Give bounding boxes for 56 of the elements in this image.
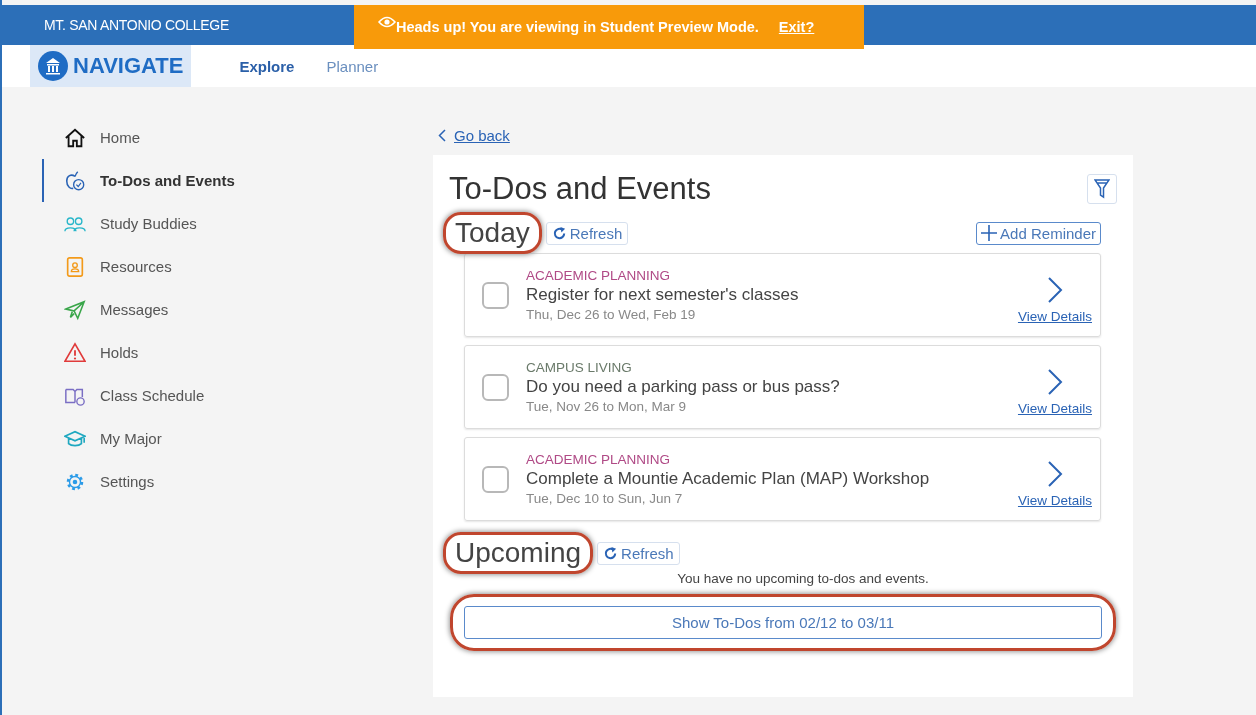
logo-text: NAVIGATE	[73, 53, 184, 79]
sidebar-item[interactable]: Home	[42, 116, 382, 159]
add-reminder-button[interactable]: Add Reminder	[976, 221, 1101, 245]
sidebar-item[interactable]: Resources	[42, 245, 382, 288]
sidebar-item[interactable]: Messages	[42, 288, 382, 331]
show-todos-button[interactable]: Show To-Dos from 02/12 to 03/11	[464, 606, 1102, 639]
go-back-text: Go back	[454, 127, 510, 144]
section-heading: Today	[455, 217, 530, 249]
navigate-logo[interactable]: NAVIGATE	[30, 45, 192, 87]
banner-message: Heads up! You are viewing in Student Preview Mode.	[396, 19, 759, 35]
todo-dates: Thu, Dec 26 to Wed, Feb 19	[526, 307, 697, 322]
chevron-right-icon[interactable]	[1046, 460, 1063, 488]
todo-title: Complete a Mountie Academic Plan (MAP) Workshop	[526, 469, 931, 489]
checkbox[interactable]	[482, 373, 509, 401]
eye-icon	[378, 16, 396, 28]
page-title: To-Dos and Events	[449, 171, 711, 207]
building-icon	[38, 51, 68, 81]
warning-icon	[64, 341, 86, 364]
paper-plane-icon	[64, 298, 86, 321]
view-details-link[interactable]: View Details	[1017, 401, 1092, 416]
plus-icon	[981, 225, 998, 241]
sidebar-item[interactable]: Study Buddies	[42, 202, 382, 245]
checkbox[interactable]	[482, 281, 509, 309]
todo-dates: Tue, Dec 10 to Sun, Jun 7	[526, 491, 684, 506]
nav-tab[interactable]: Explore	[239, 57, 295, 75]
todo-dates: Tue, Nov 26 to Mon, Mar 9	[526, 399, 688, 414]
view-details-link[interactable]: View Details	[1017, 493, 1092, 508]
nav-tab[interactable]: Planner	[326, 57, 379, 75]
sidebar-item[interactable]: Settings	[42, 460, 382, 503]
refresh-button[interactable]: Refresh	[597, 541, 680, 565]
filter-button[interactable]	[1087, 174, 1117, 204]
refresh-icon	[603, 545, 619, 561]
sidebar-item[interactable]: To-Dos and Events	[42, 159, 382, 202]
checkbox[interactable]	[482, 465, 509, 493]
sidebar-item[interactable]: My Major	[42, 417, 382, 460]
todo-category: CAMPUS LIVING	[526, 360, 633, 375]
refresh-button[interactable]: Refresh	[545, 221, 629, 245]
chevron-left-icon	[438, 129, 446, 142]
chevron-right-icon[interactable]	[1046, 276, 1063, 304]
apple-icon	[64, 169, 86, 192]
home-icon	[64, 126, 86, 149]
empty-message: You have no upcoming to-dos and events.	[676, 571, 930, 586]
refresh-icon	[551, 225, 567, 241]
chevron-right-icon[interactable]	[1046, 368, 1063, 396]
filter-icon	[1094, 179, 1110, 199]
college-name: MT. SAN ANTONIO COLLEGE	[44, 17, 229, 33]
view-details-link[interactable]: View Details	[1017, 309, 1092, 324]
todo-category: ACADEMIC PLANNING	[526, 452, 672, 467]
sidebar-item[interactable]: Holds	[42, 331, 382, 374]
address-book-icon	[64, 255, 86, 278]
sidebar-item[interactable]: Class Schedule	[42, 374, 382, 417]
go-back-link[interactable]: Go back	[438, 127, 510, 144]
section-heading: Upcoming	[455, 537, 582, 569]
todo-category: ACADEMIC PLANNING	[526, 268, 672, 283]
todo-title: Do you need a parking pass or bus pass?	[526, 377, 841, 397]
todo-title: Register for next semester's classes	[526, 285, 800, 305]
